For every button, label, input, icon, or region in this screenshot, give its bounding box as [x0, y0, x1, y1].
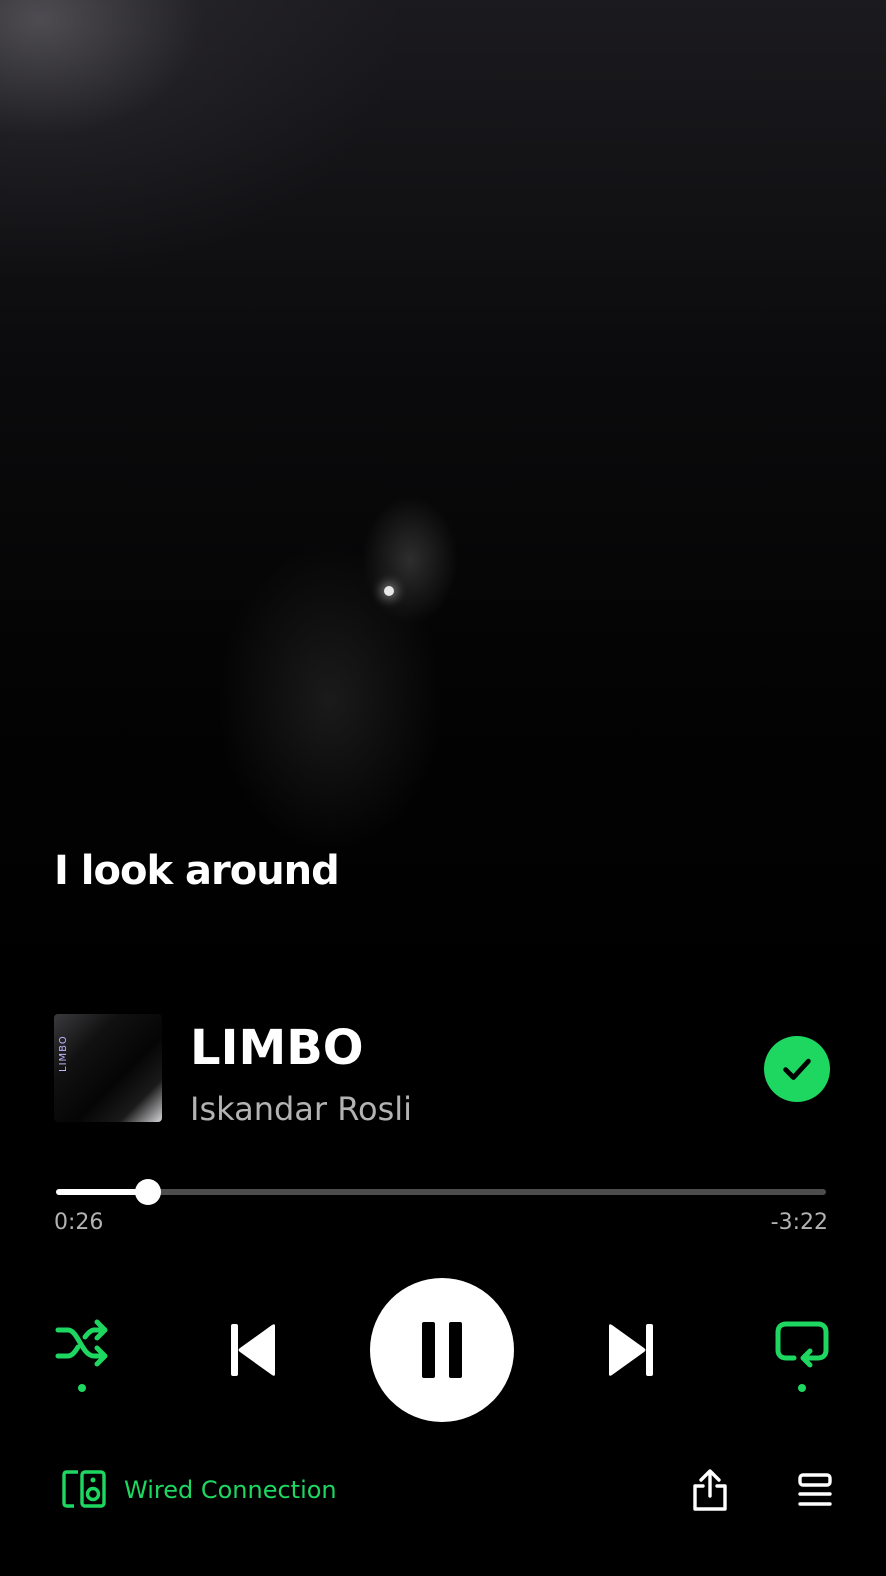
elapsed-time: 0:26	[54, 1210, 104, 1235]
repeat-icon	[775, 1321, 829, 1368]
album-art[interactable]: LIMBO	[54, 1014, 162, 1122]
progress-track	[56, 1189, 826, 1195]
skip-previous-icon	[231, 1324, 275, 1376]
queue-icon	[798, 1473, 832, 1506]
share-icon	[693, 1469, 727, 1511]
saved-to-library-button[interactable]	[764, 1036, 830, 1102]
shuffle-button[interactable]	[50, 1318, 114, 1392]
remaining-time: -3:22	[770, 1210, 828, 1235]
speaker-device-icon	[62, 1470, 106, 1508]
connected-device[interactable]: Wired Connection	[62, 1468, 337, 1512]
previous-button[interactable]	[220, 1318, 284, 1382]
pause-icon	[422, 1322, 462, 1378]
album-art-text: LIMBO	[58, 1035, 69, 1072]
repeat-active-dot	[798, 1384, 806, 1392]
next-button[interactable]	[600, 1318, 664, 1382]
background-light-spot	[384, 586, 394, 596]
track-artist[interactable]: Iskandar Rosli	[190, 1090, 412, 1128]
checkmark-icon	[783, 1058, 811, 1080]
track-title[interactable]: LIMBO	[190, 1020, 364, 1076]
share-button[interactable]	[688, 1466, 732, 1514]
device-label: Wired Connection	[124, 1476, 337, 1504]
pause-button[interactable]	[370, 1278, 514, 1422]
shuffle-icon	[55, 1319, 108, 1367]
lyrics-line[interactable]: I look around	[54, 848, 340, 894]
track-info: LIMBO LIMBO Iskandar Rosli	[54, 1014, 832, 1128]
shuffle-active-dot	[78, 1384, 86, 1392]
progress-bar[interactable]	[56, 1179, 826, 1205]
skip-next-icon	[609, 1324, 653, 1376]
repeat-button[interactable]	[770, 1318, 834, 1392]
queue-button[interactable]	[796, 1470, 834, 1510]
